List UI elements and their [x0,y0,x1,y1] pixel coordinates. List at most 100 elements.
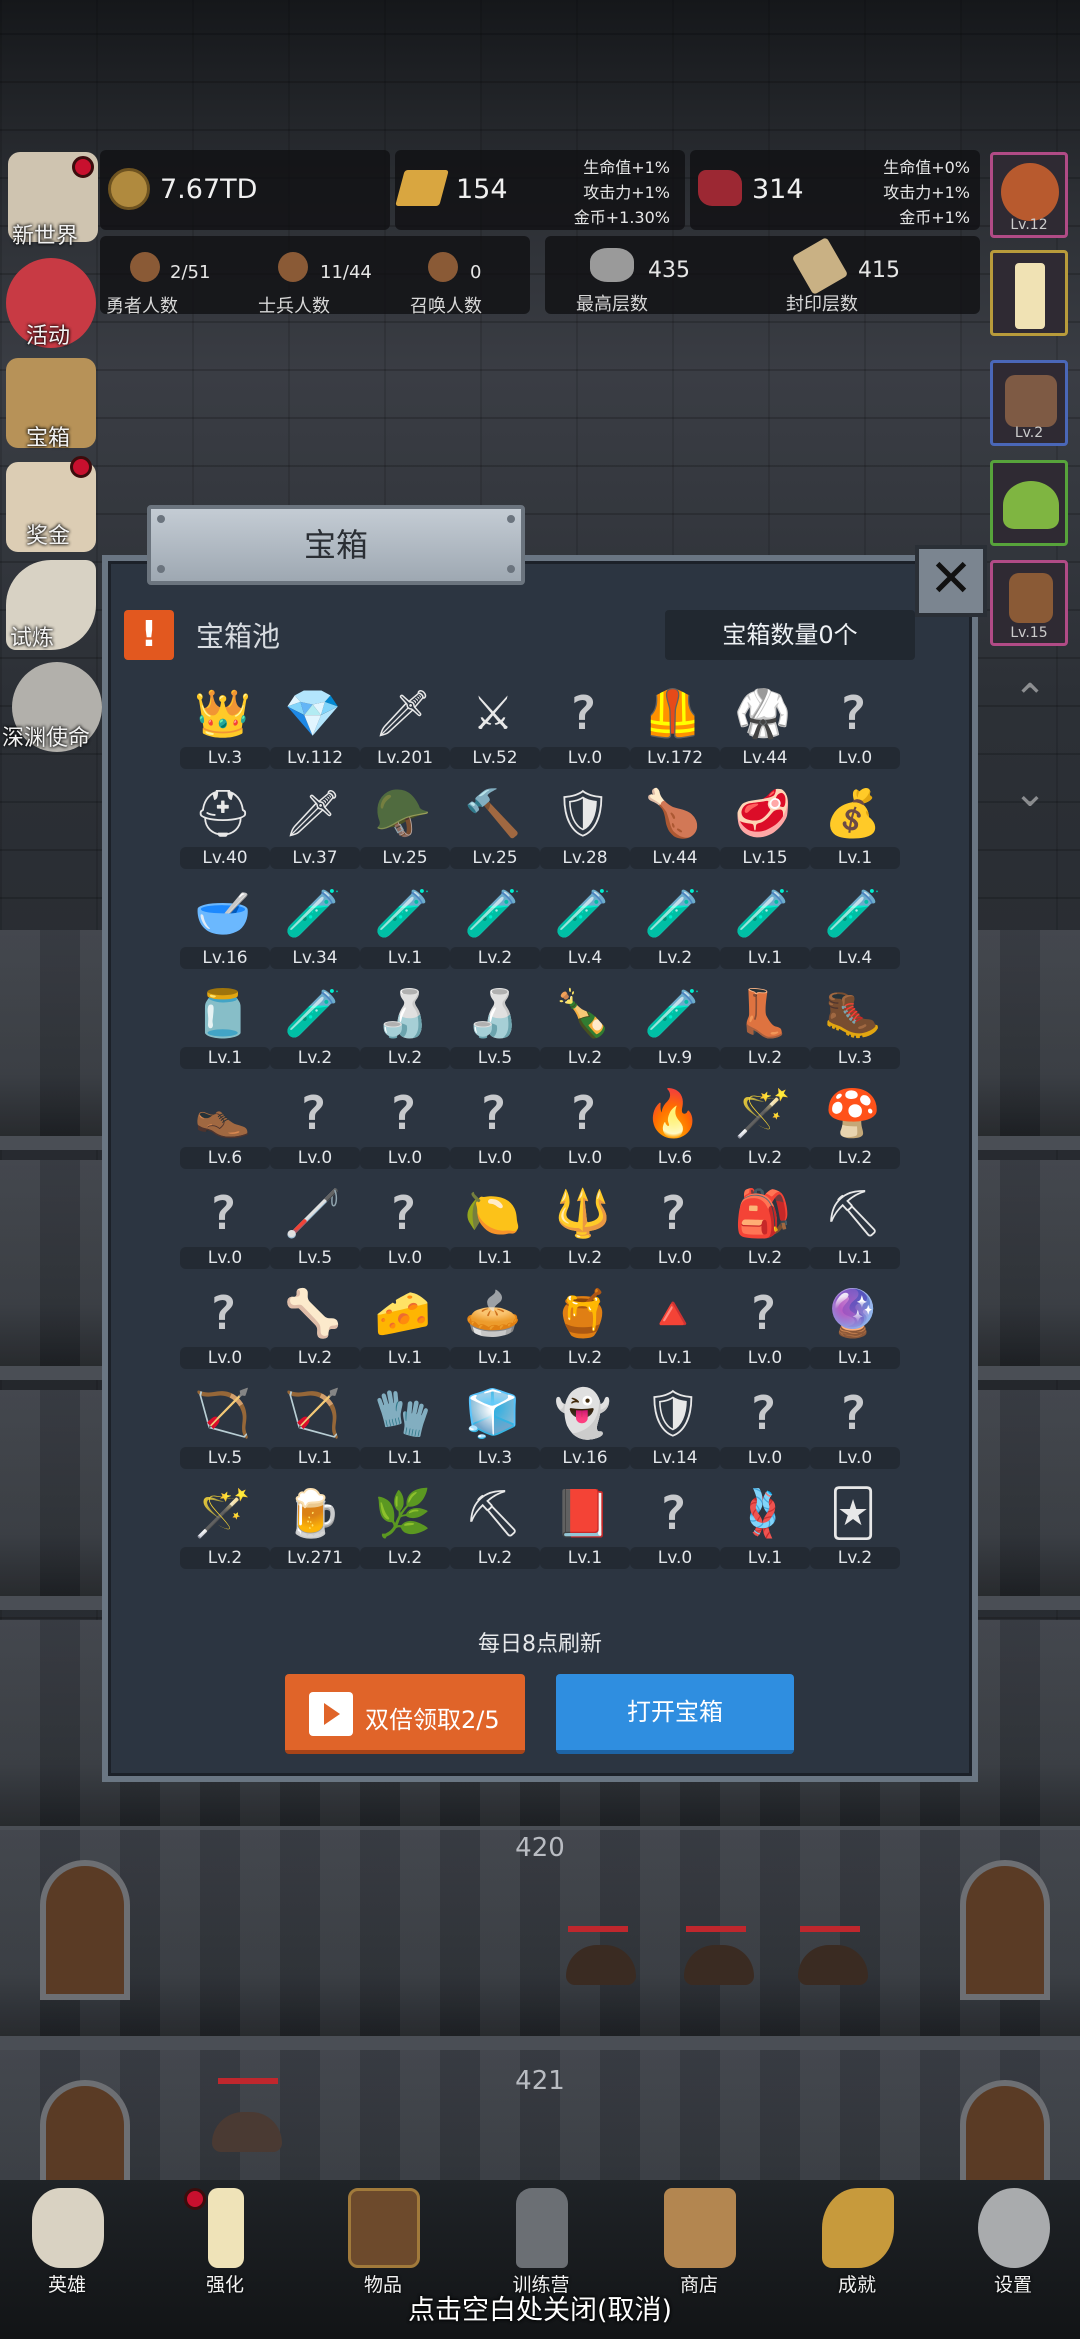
item-slot[interactable]: ? Lv.0 [360,1080,450,1176]
item-slot[interactable]: 👑 Lv.3 [180,680,270,776]
item-slot[interactable]: 🧪 Lv.1 [360,880,450,976]
item-slot[interactable]: ? Lv.0 [630,1480,720,1576]
menu-event-label[interactable]: 活动 [26,318,70,350]
menu-bonus-label[interactable]: 奖金 [26,518,70,550]
item-level: Lv.0 [360,1147,450,1169]
slime-skill-icon[interactable] [990,460,1068,546]
item-slot[interactable]: 🧤 Lv.1 [360,1380,450,1476]
close-hint[interactable]: 点击空白处关闭(取消) [0,2288,1080,2327]
item-slot[interactable]: 🧪 Lv.4 [810,880,900,976]
item-slot[interactable]: 👞 Lv.6 [180,1080,270,1176]
item-slot[interactable]: 💎 Lv.112 [270,680,360,776]
item-slot[interactable]: ⛏ Lv.2 [450,1480,540,1576]
item-slot[interactable]: 🥋 Lv.44 [720,680,810,776]
item-slot[interactable]: 🌿 Lv.2 [360,1480,450,1576]
item-level: Lv.0 [630,1547,720,1569]
close-icon[interactable]: ✕ [915,545,987,617]
double-claim-button[interactable]: 双倍领取2/5 [285,1674,525,1754]
backpack-icon: 🎒 [734,1186,792,1240]
item-slot[interactable]: 🍯 Lv.2 [540,1280,630,1376]
item-slot[interactable]: ? Lv.0 [810,1380,900,1476]
item-slot[interactable]: 🧪 Lv.1 [720,880,810,976]
item-slot[interactable]: 🍄 Lv.2 [810,1080,900,1176]
item-slot[interactable]: 🛡 Lv.28 [540,780,630,876]
item-slot[interactable]: 📕 Lv.1 [540,1480,630,1576]
item-slot[interactable]: ? Lv.0 [450,1080,540,1176]
item-slot[interactable]: 🔨 Lv.25 [450,780,540,876]
item-slot[interactable]: 🦯 Lv.5 [270,1180,360,1276]
item-slot[interactable]: 🧪 Lv.2 [630,880,720,976]
item-slot[interactable]: 👢 Lv.2 [720,980,810,1076]
item-slot[interactable]: ⛑ Lv.40 [180,780,270,876]
item-slot[interactable]: 🪖 Lv.25 [360,780,450,876]
item-slot[interactable]: ? Lv.0 [180,1180,270,1276]
crossbow-icon: 🏹 [284,1386,342,1440]
item-slot[interactable]: ? Lv.0 [720,1380,810,1476]
item-slot[interactable]: ? Lv.0 [180,1280,270,1376]
scroll-down-icon[interactable]: ⌄ [1000,770,1060,816]
item-slot[interactable]: ? Lv.0 [540,1080,630,1176]
item-slot[interactable]: 🍺 Lv.271 [270,1480,360,1576]
item-slot[interactable]: 🧪 Lv.4 [540,880,630,976]
floor-number: 420 [515,1833,565,1863]
item-slot[interactable]: 🧀 Lv.1 [360,1280,450,1376]
leather-boot-icon: 🥾 [824,986,882,1040]
item-slot[interactable]: ? Lv.0 [720,1280,810,1376]
item-slot[interactable]: ? Lv.0 [540,680,630,776]
item-slot[interactable]: 🎒 Lv.2 [720,1180,810,1276]
item-slot[interactable]: 🗡 Lv.201 [360,680,450,776]
item-slot[interactable]: 🗡 Lv.37 [270,780,360,876]
open-chest-button[interactable]: 打开宝箱 [556,1674,794,1754]
item-slot[interactable]: 🔮 Lv.1 [810,1280,900,1376]
item-slot[interactable]: 🏹 Lv.1 [270,1380,360,1476]
iron-sword-icon: ⚔ [472,686,514,740]
item-slot[interactable]: 🥩 Lv.15 [720,780,810,876]
onion-skill-icon[interactable]: Lv.12 [990,152,1068,238]
item-slot[interactable]: 🥣 Lv.16 [180,880,270,976]
menu-trial-label[interactable]: 试炼 [10,620,54,652]
item-slot[interactable]: ? Lv.0 [630,1180,720,1276]
candle-skill-icon[interactable] [990,250,1068,336]
menu-new-world-label[interactable]: 新世界 [12,218,78,250]
dungeon-door [40,1860,130,2000]
item-slot[interactable]: 🥧 Lv.1 [450,1280,540,1376]
item-level: Lv.2 [720,1147,810,1169]
item-slot[interactable]: 🔥 Lv.6 [630,1080,720,1176]
item-slot[interactable]: 🃏 Lv.2 [810,1480,900,1576]
item-slot[interactable]: 🥾 Lv.3 [810,980,900,1076]
skull-icon [32,2188,104,2268]
item-level: Lv.1 [540,1547,630,1569]
item-slot[interactable]: 🦺 Lv.172 [630,680,720,776]
item-slot[interactable]: 🧪 Lv.9 [630,980,720,1076]
item-slot[interactable]: ? Lv.0 [810,680,900,776]
scroll-up-icon[interactable]: ⌃ [1000,676,1060,722]
item-slot[interactable]: 🧊 Lv.3 [450,1380,540,1476]
item-slot[interactable]: 🍶 Lv.5 [450,980,540,1076]
menu-chest-label[interactable]: 宝箱 [26,420,70,452]
item-slot[interactable]: 🧪 Lv.2 [270,980,360,1076]
item-slot[interactable]: 👻 Lv.16 [540,1380,630,1476]
item-slot[interactable]: 🏹 Lv.5 [180,1380,270,1476]
bag-skill-icon[interactable]: Lv.2 [990,360,1068,446]
item-slot[interactable]: ? Lv.0 [270,1080,360,1176]
item-slot[interactable]: 🔱 Lv.2 [540,1180,630,1276]
item-slot[interactable]: 🪄 Lv.2 [720,1080,810,1176]
item-slot[interactable]: 🧪 Lv.2 [450,880,540,976]
item-slot[interactable]: 🫙 Lv.1 [180,980,270,1076]
item-slot[interactable]: 🔺 Lv.1 [630,1280,720,1376]
item-slot[interactable]: 🍶 Lv.2 [360,980,450,1076]
item-slot[interactable]: ? Lv.0 [360,1180,450,1276]
item-slot[interactable]: 💰 Lv.1 [810,780,900,876]
item-slot[interactable]: 🪢 Lv.1 [720,1480,810,1576]
item-slot[interactable]: 🍗 Lv.44 [630,780,720,876]
item-slot[interactable]: 🦴 Lv.2 [270,1280,360,1376]
item-slot[interactable]: 🧪 Lv.34 [270,880,360,976]
item-slot[interactable]: ⛏ Lv.1 [810,1180,900,1276]
item-slot[interactable]: ⚔ Lv.52 [450,680,540,776]
item-slot[interactable]: 🍾 Lv.2 [540,980,630,1076]
hero-skill-icon[interactable]: Lv.15 [990,560,1068,646]
item-slot[interactable]: 🪄 Lv.2 [180,1480,270,1576]
item-slot[interactable]: 🛡 Lv.14 [630,1380,720,1476]
menu-abyss-label[interactable]: 深渊使命 [2,720,90,752]
item-slot[interactable]: 🍋 Lv.1 [450,1180,540,1276]
